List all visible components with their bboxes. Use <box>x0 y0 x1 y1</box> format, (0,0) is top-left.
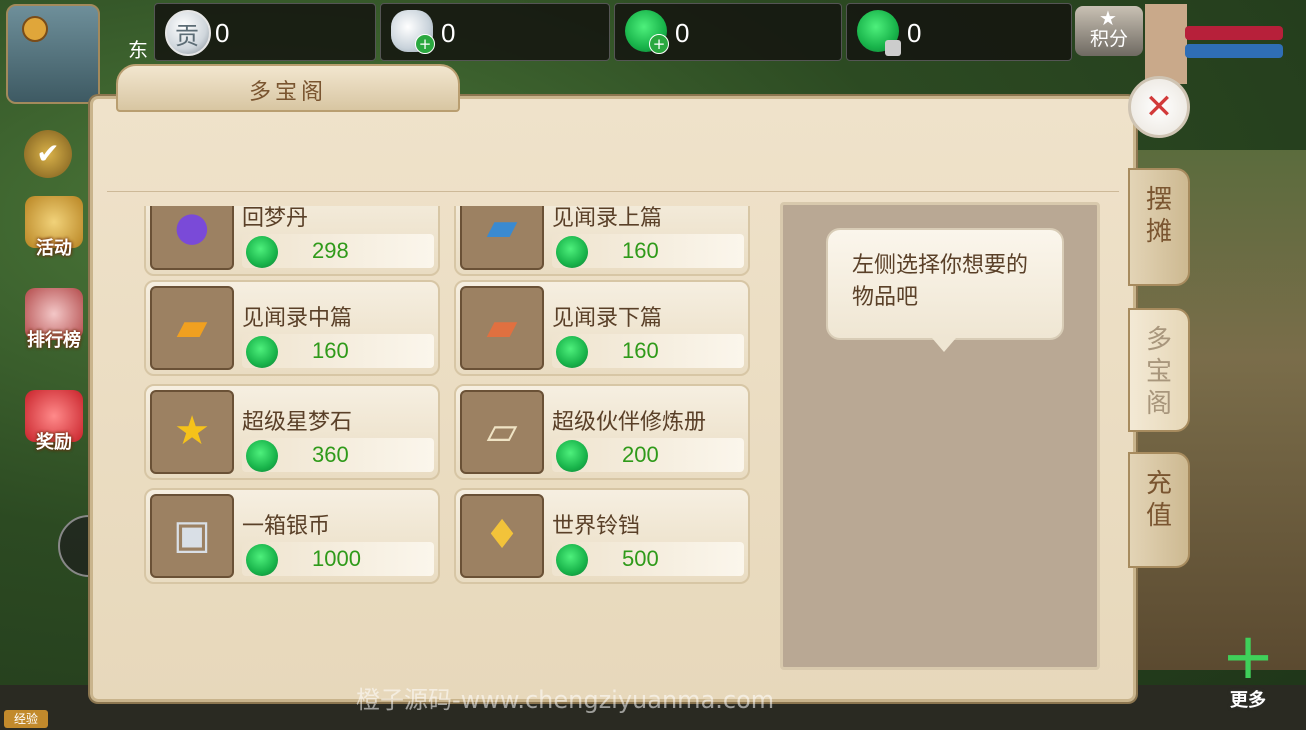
list-item[interactable]: ★ 超级星梦石 360 <box>144 384 440 480</box>
item-list[interactable]: ● 回梦丹 298 ▰ 见闻录上篇 160 ▰ 见闻录中篇 160 ▰ 见闻录下… <box>142 206 754 654</box>
hp-bar <box>1185 26 1283 40</box>
list-item[interactable]: ▰ 见闻录上篇 160 <box>454 206 750 276</box>
map-button[interactable] <box>6 4 100 104</box>
hint-text: 左侧选择你想要的物品吧 <box>852 253 1029 310</box>
bound-jade-value: 0 <box>907 18 922 48</box>
activity-button[interactable]: 活动 <box>16 196 92 260</box>
scroll-icon: ▱ <box>460 390 544 474</box>
panel-header <box>107 111 1119 192</box>
quest-check-button[interactable]: ✔ <box>24 130 72 178</box>
jade-icon <box>246 236 278 268</box>
list-item[interactable]: ● 回梦丹 298 <box>144 206 440 276</box>
jade-value: 0 <box>675 18 690 48</box>
jade-icon <box>556 544 588 576</box>
jade-icon <box>246 440 278 472</box>
jade-icon <box>556 336 588 368</box>
currency-jade[interactable]: + 0 <box>614 3 842 61</box>
silver-chest-icon: ▣ <box>150 494 234 578</box>
panel-title-tab: 多宝阁 <box>116 64 460 112</box>
compass-icon <box>22 16 48 42</box>
contribution-coin-icon: 贡 <box>165 10 211 56</box>
orange-book-icon: ▰ <box>150 286 234 370</box>
list-item[interactable]: ▱ 超级伙伴修炼册 200 <box>454 384 750 480</box>
jade-icon <box>246 544 278 576</box>
golden-bell-icon: ♦ <box>460 494 544 578</box>
contribution-value: 0 <box>215 18 230 48</box>
red-book-icon: ▰ <box>460 286 544 370</box>
list-item[interactable]: ▰ 见闻录下篇 160 <box>454 280 750 376</box>
jade-icon <box>246 336 278 368</box>
blue-book-icon: ▰ <box>460 206 544 270</box>
jade-icon <box>556 236 588 268</box>
jade-icon <box>556 440 588 472</box>
list-item[interactable]: ▰ 见闻录中篇 160 <box>144 280 440 376</box>
player-avatar[interactable] <box>1145 4 1187 84</box>
list-item[interactable]: ♦ 世界铃铛 500 <box>454 488 750 584</box>
panel-title: 多宝阁 <box>248 80 327 105</box>
tab-treasure-pavilion[interactable]: 多宝阁 <box>1128 308 1190 432</box>
points-button[interactable]: ★ 积分 <box>1075 6 1143 56</box>
close-button[interactable]: ✕ <box>1128 76 1190 138</box>
more-button[interactable]: + 更多 <box>1205 620 1291 711</box>
tab-stall[interactable]: 摆摊 <box>1128 168 1190 286</box>
currency-bound-jade[interactable]: 0 <box>846 3 1072 61</box>
close-icon: ✕ <box>1144 87 1174 127</box>
jade-lock-icon <box>857 10 901 56</box>
purple-orb-icon: ● <box>150 206 234 270</box>
jade-plus-icon: + <box>625 10 669 54</box>
silver-value: 0 <box>441 18 456 48</box>
ranking-button[interactable]: 排行榜 <box>16 288 92 352</box>
exp-label: 经验 <box>4 710 48 728</box>
list-item[interactable]: ▣ 一箱银币 1000 <box>144 488 440 584</box>
location-label: 东 <box>128 38 148 62</box>
mp-bar <box>1185 44 1283 58</box>
hint-bubble: 左侧选择你想要的物品吧 <box>826 228 1064 352</box>
tab-recharge[interactable]: 充值 <box>1128 452 1190 568</box>
currency-contribution[interactable]: 贡 0 <box>154 3 376 61</box>
watermark: 橙子源码-www.chengziyuanma.com <box>356 686 775 714</box>
silver-ingot-plus-icon: + <box>391 10 435 54</box>
star-icon: ★ <box>1099 6 1117 30</box>
reward-button[interactable]: 奖励 <box>16 390 92 454</box>
plus-icon: + <box>1221 620 1275 694</box>
star-stone-icon: ★ <box>150 390 234 474</box>
currency-silver[interactable]: + 0 <box>380 3 610 61</box>
